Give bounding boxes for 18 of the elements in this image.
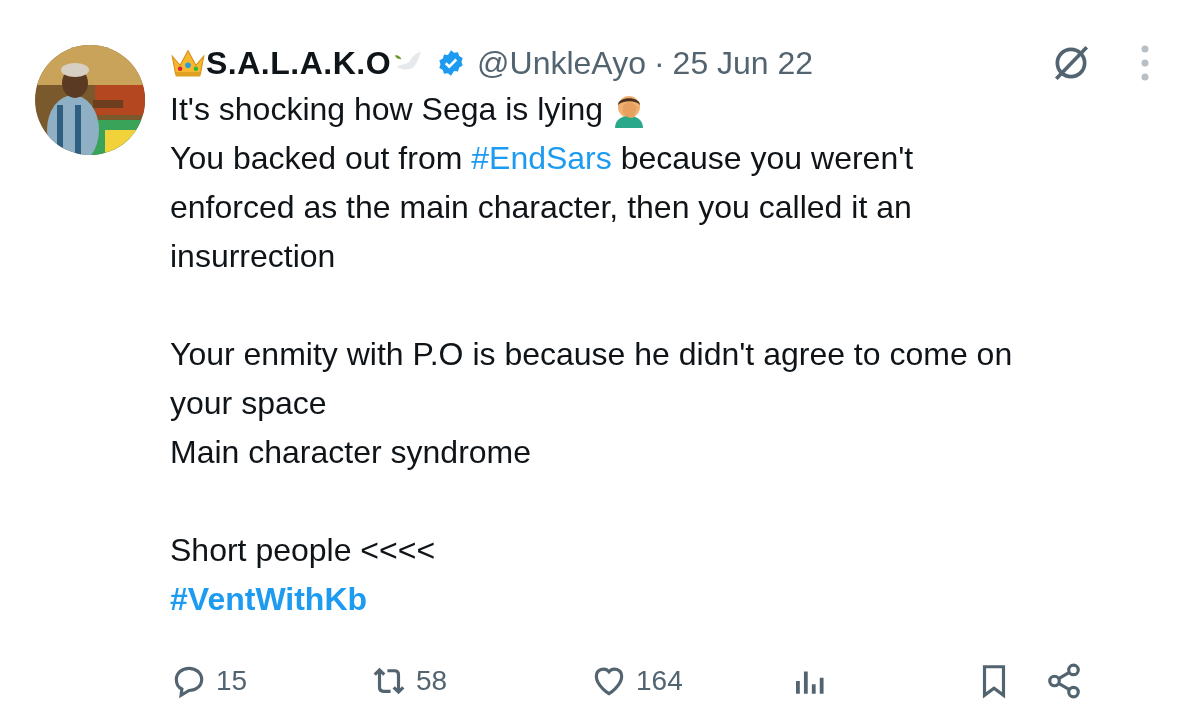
post-text: You backed out from [170,139,464,178]
separator: · [653,44,665,82]
post-text: enforced as the main character, then you called it an [170,188,912,227]
post-text: your space [170,384,327,423]
post-text: Your enmity with P.O is because he didn't agree to come on [170,335,1013,374]
action-count: 58 [416,665,448,697]
post-text: because you weren't [619,139,914,178]
post-text: It's shocking how Sega is lying [170,90,603,129]
crown-icon [170,47,206,79]
post-text: Short people <<<< [170,531,436,570]
action-count: 164 [636,665,683,697]
share-icon[interactable] [1045,662,1083,700]
author-name[interactable]: S.A.L.A.K.O [206,44,392,82]
post-date[interactable]: 25 Jun 22 [672,44,814,82]
action-count: 15 [216,665,248,697]
post-text: insurrection [170,237,336,276]
author-handle[interactable]: @UnkleAyo [477,44,646,82]
post-text: Main character syndrome [170,433,532,472]
